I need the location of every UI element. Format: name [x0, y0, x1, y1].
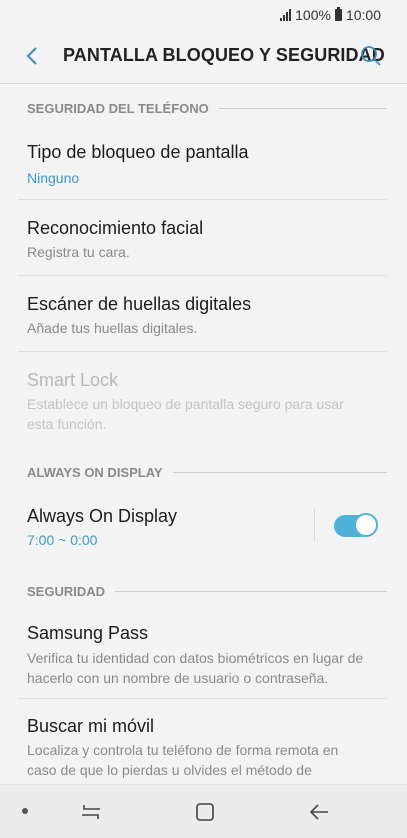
fingerprint-title: Escáner de huellas digitales — [27, 294, 252, 314]
home-icon — [196, 803, 214, 821]
lock-type-value: Ninguno — [27, 170, 80, 186]
toggle-divider — [314, 508, 315, 542]
samsung-pass-subtitle: Verifica tu identidad con datos biométri… — [27, 650, 364, 686]
status-bar: 100% 10:00 — [0, 0, 407, 30]
section-title: SEGURIDAD — [27, 583, 106, 599]
search-button[interactable] — [357, 42, 385, 70]
fingerprint-item[interactable]: Escáner de huellas digitales Añade tus h… — [0, 276, 407, 352]
find-my-mobile-subtitle: Localiza y controla tu teléfono de forma… — [27, 742, 339, 784]
section-rule — [218, 107, 387, 109]
page-title: PANTALLA BLOQUEO Y SEGURIDAD — [63, 45, 385, 65]
toggle-knob — [354, 513, 378, 537]
section-header-always-on: ALWAYS ON DISPLAY — [27, 462, 387, 482]
section-rule — [172, 471, 387, 473]
header-divider — [0, 83, 407, 84]
smart-lock-subtitle: Establece un bloqueo de pantalla seguro … — [27, 396, 344, 432]
signal-icon — [280, 9, 292, 21]
app-header: PANTALLA BLOQUEO Y SEGURIDAD — [0, 30, 407, 82]
battery-icon — [334, 7, 342, 21]
always-on-display-schedule: 7:00 ~ 0:00 — [27, 532, 98, 548]
section-header-phone-security: SEGURIDAD DEL TELÉFONO — [27, 98, 387, 118]
fingerprint-subtitle: Añade tus huellas digitales. — [27, 320, 198, 336]
dot-icon[interactable] — [22, 808, 28, 814]
search-icon — [361, 46, 381, 66]
smart-lock-item: Smart Lock Establece un bloqueo de panta… — [0, 352, 407, 444]
lock-type-title: Tipo de bloqueo de pantalla — [27, 142, 249, 162]
battery-percent: 100% — [295, 7, 331, 23]
chevron-left-icon — [26, 47, 37, 65]
section-title: ALWAYS ON DISPLAY — [27, 464, 163, 480]
home-button[interactable] — [190, 799, 220, 825]
find-my-mobile-title: Buscar mi móvil — [27, 716, 155, 736]
back-button[interactable] — [18, 42, 46, 70]
samsung-pass-title: Samsung Pass — [27, 623, 149, 643]
section-header-security: SEGURIDAD — [27, 581, 387, 601]
navigation-bar — [0, 784, 407, 838]
always-on-display-toggle[interactable] — [334, 513, 378, 539]
face-recognition-item[interactable]: Reconocimiento facial Registra tu cara. — [0, 200, 407, 276]
back-nav-button[interactable] — [304, 799, 334, 825]
section-title: SEGURIDAD DEL TELÉFONO — [27, 100, 209, 116]
clock: 10:00 — [345, 7, 381, 23]
recents-button[interactable] — [76, 799, 106, 825]
find-my-mobile-item[interactable]: Buscar mi móvil Localiza y controla tu t… — [0, 699, 407, 784]
section-rule — [115, 590, 387, 592]
arrow-left-icon — [309, 804, 328, 820]
always-on-display-title: Always On Display — [27, 506, 178, 526]
face-recognition-subtitle: Registra tu cara. — [27, 244, 130, 260]
lock-type-item[interactable]: Tipo de bloqueo de pantalla Ninguno — [0, 128, 407, 200]
samsung-pass-item[interactable]: Samsung Pass Verifica tu identidad con d… — [0, 606, 407, 698]
smart-lock-title: Smart Lock — [27, 370, 119, 390]
face-recognition-title: Reconocimiento facial — [27, 218, 204, 238]
recents-icon — [82, 805, 100, 819]
